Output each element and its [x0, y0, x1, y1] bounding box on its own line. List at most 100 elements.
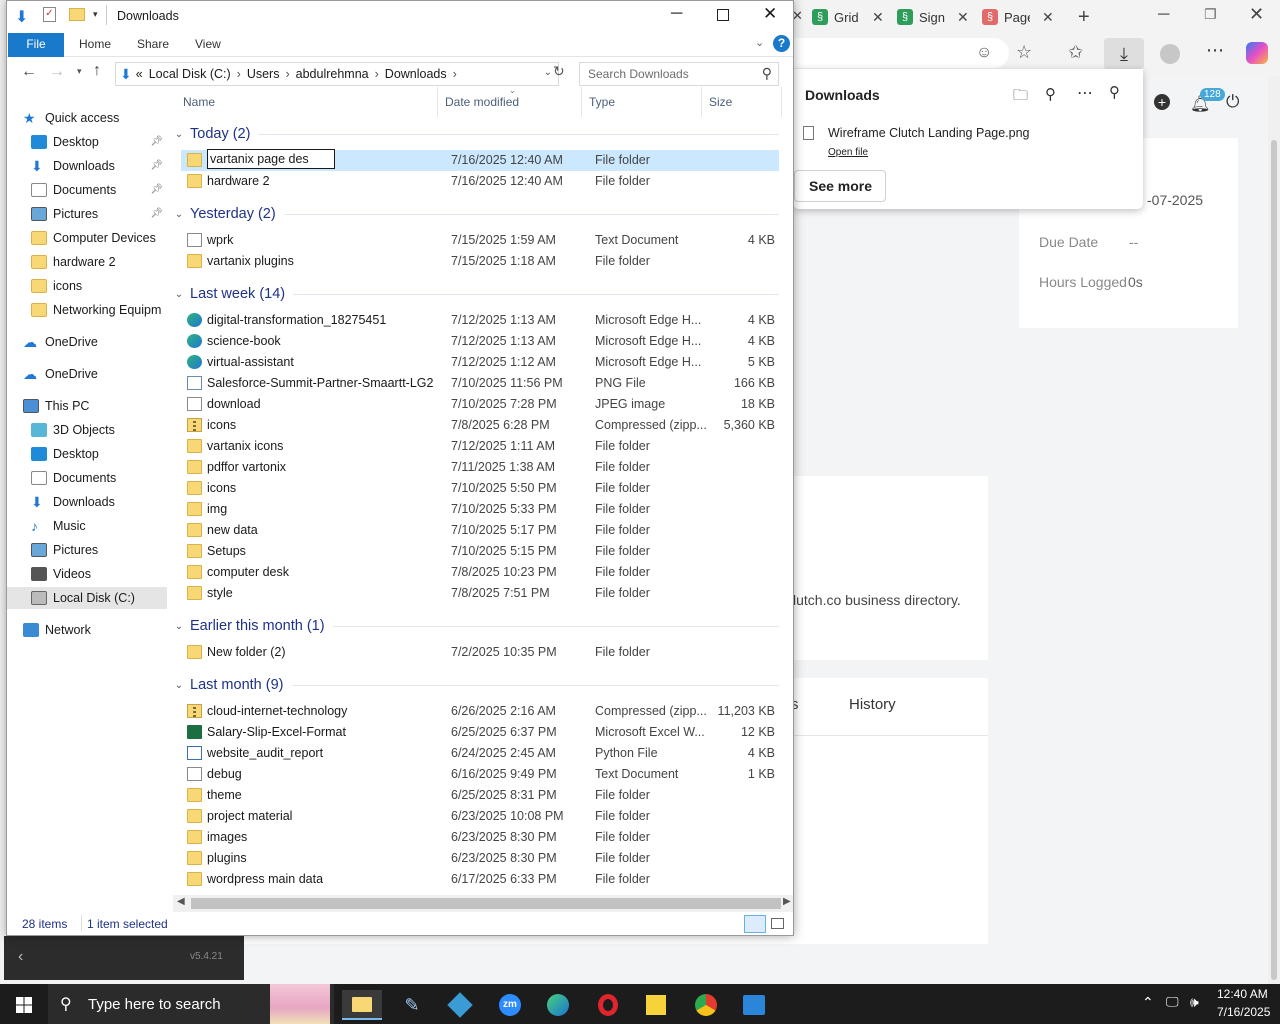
nav-item[interactable]: Documents [7, 467, 167, 489]
file-row[interactable]: icons 7/8/2025 6:28 PM Compressed (zipp...… [181, 415, 779, 436]
file-row[interactable]: style 7/8/2025 7:51 PM File folder [181, 583, 779, 604]
nav-item[interactable]: ☁ OneDrive [7, 363, 167, 385]
search-box[interactable]: Search Downloads ⚲ [579, 62, 779, 86]
properties-icon[interactable]: ✓ [43, 7, 56, 22]
pin-icon[interactable]: 📌︎ [150, 136, 163, 147]
nav-item[interactable]: ♪ Music [7, 515, 167, 537]
clock-time[interactable]: 12:40 AM [1217, 987, 1268, 1001]
file-row[interactable]: Salary-Slip-Excel-Format 6/25/2025 6:37 P… [181, 722, 779, 743]
file-row[interactable]: digital-transformation_18275451 7/12/2025… [181, 310, 779, 331]
collapse-chevron-icon[interactable]: ⌄ [173, 621, 185, 632]
collapse-chevron-icon[interactable]: ⌄ [173, 289, 185, 300]
breadcrumb-separator-icon[interactable]: › [375, 67, 379, 81]
search-icon[interactable]: ⚲ [1045, 85, 1056, 103]
recent-locations-icon[interactable]: ▾ [77, 66, 82, 77]
file-row[interactable]: pdffor vartonix 7/11/2025 1:38 AM File fol… [181, 457, 779, 478]
nav-item[interactable]: Documents 📌︎ [7, 179, 167, 201]
horizontal-scrollbar[interactable]: ◀ ▶ [173, 895, 793, 912]
file-row[interactable]: website_audit_report 6/24/2025 2:45 AM Pyt… [181, 743, 779, 764]
restore-icon[interactable]: ❐ [1204, 6, 1217, 23]
search-input[interactable]: Search Downloads [588, 67, 689, 81]
file-row[interactable]: new data 7/10/2025 5:17 PM File folder [181, 520, 779, 541]
column-divider[interactable] [701, 87, 702, 117]
file-row[interactable]: science-book 7/12/2025 1:13 AM Microsoft E… [181, 331, 779, 352]
expand-ribbon-icon[interactable]: ⌄ [755, 36, 764, 49]
nav-item[interactable]: Pictures 📌︎ [7, 203, 167, 225]
column-header-name[interactable]: Name [183, 95, 215, 109]
ribbon-tab-home[interactable]: Home [79, 33, 111, 57]
nav-item[interactable]: This PC [7, 395, 167, 417]
column-divider[interactable] [781, 87, 782, 117]
scrollbar-thumb[interactable] [191, 898, 781, 909]
ribbon-tab-file[interactable]: File [8, 33, 64, 57]
file-row[interactable]: New folder (2) 7/2/2025 10:35 PM File fold… [181, 642, 779, 663]
nav-item[interactable]: 3D Objects [7, 419, 167, 441]
scrollbar-thumb[interactable] [1271, 140, 1277, 980]
nav-item[interactable]: Computer Devices [7, 227, 167, 249]
rename-input[interactable]: vartanix page des [207, 149, 335, 169]
file-row[interactable]: vartanix icons 7/12/2025 1:11 AM File fold… [181, 436, 779, 457]
collapse-chevron-icon[interactable]: ⌄ [173, 209, 185, 220]
new-folder-icon[interactable] [69, 8, 85, 21]
photos-taskbar-icon[interactable] [734, 990, 774, 1020]
downloads-toolbar-icon[interactable]: ⤓ [1104, 38, 1144, 70]
browser-tab[interactable]: § Grid ✕ [812, 4, 884, 30]
breadcrumb-separator-icon[interactable]: › [237, 67, 241, 81]
file-row[interactable]: theme 6/25/2025 8:31 PM File folder [181, 785, 779, 806]
scroll-left-icon[interactable]: ◀ [177, 896, 185, 907]
breadcrumb-item[interactable]: Users [247, 67, 280, 81]
file-row[interactable]: wordpress main data 6/17/2025 6:33 PM File… [181, 869, 779, 890]
volume-icon[interactable]: 🕪︎ [1190, 994, 1199, 1011]
file-row[interactable]: Salesforce-Summit-Partner-Smaartt-LG2 7/1… [181, 373, 779, 394]
favorite-star-icon[interactable]: ☆ [1016, 42, 1032, 63]
sticky-notes-taskbar-icon[interactable] [636, 990, 676, 1020]
file-row[interactable]: wprk 7/15/2025 1:59 AM Text Document 4 KB [181, 230, 779, 251]
chrome-taskbar-icon[interactable] [686, 990, 726, 1020]
opera-taskbar-icon[interactable] [588, 990, 628, 1020]
file-row[interactable]: download 7/10/2025 7:28 PM JPEG image 18 KB [181, 394, 779, 415]
open-file-link[interactable]: Open file [828, 147, 868, 158]
file-row[interactable]: plugins 6/23/2025 8:30 PM File folder [181, 848, 779, 869]
refresh-icon[interactable]: ↻ [553, 63, 565, 80]
group-header[interactable]: ⌄ Last month (9) [173, 674, 779, 696]
pin-icon[interactable]: 📌︎ [150, 160, 163, 171]
file-row[interactable]: computer desk 7/8/2025 10:23 PM File folde… [181, 562, 779, 583]
close-tab-icon[interactable]: ✕ [872, 9, 884, 26]
forward-icon[interactable]: → [49, 63, 65, 81]
file-row[interactable]: virtual-assistant 7/12/2025 1:12 AM Micros… [181, 352, 779, 373]
nav-item[interactable]: icons [7, 275, 167, 297]
edge-taskbar-icon[interactable] [538, 990, 578, 1020]
collapse-chevron-icon[interactable]: ⌄ [173, 129, 185, 140]
breadcrumb-separator-icon[interactable]: › [453, 67, 457, 81]
taskbar-search-input[interactable]: Type here to search [88, 996, 221, 1013]
column-header-size[interactable]: Size [709, 95, 732, 109]
browser-tab[interactable]: § Page ✕ [982, 4, 1054, 30]
column-divider[interactable] [437, 87, 438, 117]
collapse-chevron-icon[interactable]: ⌄ [173, 680, 185, 691]
more-menu-icon[interactable]: ⋯ [1206, 40, 1224, 61]
column-divider[interactable] [581, 87, 582, 117]
nav-item[interactable]: ☁ OneDrive [7, 331, 167, 353]
large-icons-view-icon[interactable] [771, 918, 784, 929]
breadcrumb-overflow[interactable]: « [136, 67, 143, 81]
power-icon[interactable]: ⏻ [1226, 92, 1239, 112]
see-more-button[interactable]: See more [794, 170, 886, 202]
quick-access-dropdown-icon[interactable]: ▾ [93, 9, 98, 20]
file-row[interactable]: vartanix plugins 7/15/2025 1:18 AM File fo… [181, 251, 779, 272]
network-icon[interactable]: 🖵︎ [1166, 994, 1179, 1010]
breadcrumb-item[interactable]: Downloads [385, 67, 447, 81]
collapse-chevron-icon[interactable]: ‹ [18, 948, 23, 966]
file-explorer-taskbar-icon[interactable] [342, 990, 382, 1020]
file-row[interactable]: images 6/23/2025 8:30 PM File folder [181, 827, 779, 848]
browser-tab[interactable]: § Sign ✕ [897, 4, 969, 30]
pin-icon[interactable]: 📌︎ [150, 184, 163, 195]
open-folder-icon[interactable]: 🗀︎ [1013, 85, 1028, 110]
address-dropdown-icon[interactable]: ⌄ [544, 67, 552, 78]
show-hidden-icons-icon[interactable]: ⌃ [1142, 994, 1154, 1011]
file-row[interactable]: hardware 2 7/16/2025 12:40 AM File folder [181, 171, 779, 192]
copilot-icon[interactable] [1246, 42, 1268, 64]
file-row[interactable]: icons 7/10/2025 5:50 PM File folder [181, 478, 779, 499]
back-icon[interactable]: ← [21, 63, 37, 81]
column-header-type[interactable]: Type [589, 95, 615, 109]
clock-date[interactable]: 7/16/2025 [1217, 1005, 1270, 1019]
